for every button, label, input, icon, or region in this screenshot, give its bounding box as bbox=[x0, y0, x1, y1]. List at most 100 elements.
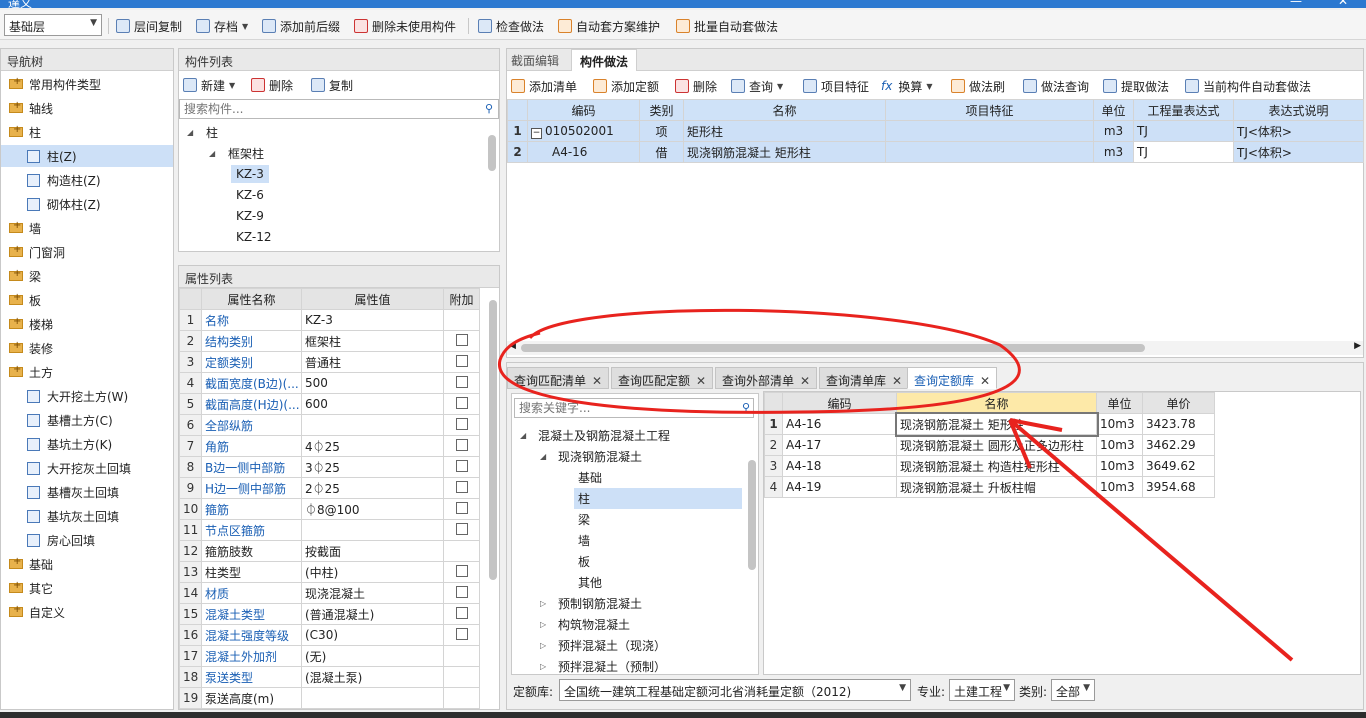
attach-checkbox[interactable] bbox=[455, 606, 468, 619]
property-row[interactable]: 7 角筋 4⏀25 bbox=[179, 435, 480, 457]
conversion-button[interactable]: fx 换算 ▼ bbox=[881, 76, 933, 96]
component-tree-item[interactable]: ◢ 框架柱 bbox=[209, 142, 269, 164]
delete-unused-button[interactable]: 删除未使用构件 bbox=[354, 16, 456, 36]
method-query-button[interactable]: 做法查询 bbox=[1023, 76, 1089, 96]
property-value[interactable]: 框架柱 bbox=[301, 330, 444, 352]
property-row[interactable]: 19 泵送高度(m) bbox=[179, 687, 480, 709]
close-icon[interactable]: ✕ bbox=[592, 374, 602, 388]
floor-select[interactable]: 基础层 ▼ bbox=[4, 14, 102, 36]
quota-search-input[interactable] bbox=[514, 398, 754, 418]
query-tab[interactable]: 查询匹配定额 ✕ bbox=[611, 367, 714, 389]
copy-component-button[interactable]: 复制 bbox=[311, 75, 353, 95]
add-list-button[interactable]: 添加清单 bbox=[511, 76, 577, 96]
nav-item[interactable]: 房心回填 bbox=[1, 529, 173, 551]
quota-tree-item[interactable]: ▷ 构筑物混凝土 bbox=[540, 613, 634, 635]
nav-item[interactable]: 墙 bbox=[1, 217, 173, 239]
component-tree-item[interactable]: KZ-9 bbox=[231, 205, 269, 227]
attach-checkbox[interactable] bbox=[455, 333, 468, 346]
quota-tree-item[interactable]: ▷ 预拌混凝土（现浇） bbox=[540, 634, 670, 656]
nav-item[interactable]: 基坑土方(K) bbox=[1, 433, 173, 455]
quota-tree-item[interactable]: 基础 bbox=[560, 466, 606, 488]
auto-scheme-button[interactable]: 自动套方案维护 bbox=[558, 16, 660, 36]
property-row[interactable]: 14 材质 现浇混凝土 bbox=[179, 582, 480, 604]
quota-tree-item[interactable]: ◢ 现浇钢筋混凝土 bbox=[540, 445, 646, 467]
property-value[interactable]: 3⏀25 bbox=[301, 456, 444, 478]
quota-row[interactable]: 2 A4-17 现浇钢筋混凝土 圆形及正多边形柱 10m3 3462.29 bbox=[764, 434, 1215, 456]
cell-feature[interactable] bbox=[885, 141, 1094, 163]
quota-tree-item[interactable]: ◢ 混凝土及钢筋混凝土工程 bbox=[520, 424, 674, 446]
nav-item[interactable]: 板 bbox=[1, 289, 173, 311]
expand-icon[interactable]: ▷ bbox=[540, 662, 554, 671]
cell-expr[interactable]: TJ bbox=[1133, 120, 1234, 142]
component-tree-item[interactable]: KZ-6 bbox=[231, 184, 269, 206]
property-row[interactable]: 11 节点区箍筋 bbox=[179, 519, 480, 541]
new-component-button[interactable]: 新建 ▼ bbox=[183, 75, 235, 95]
property-row[interactable]: 13 柱类型 (中柱) bbox=[179, 561, 480, 583]
attach-checkbox[interactable] bbox=[455, 396, 468, 409]
property-row[interactable]: 15 混凝土类型 (普通混凝土) bbox=[179, 603, 480, 625]
property-row[interactable]: 2 结构类别 框架柱 bbox=[179, 330, 480, 352]
component-tree-item[interactable]: KZ-3 bbox=[231, 163, 269, 185]
save-button[interactable]: 存档 ▼ bbox=[196, 16, 248, 36]
attach-checkbox[interactable] bbox=[455, 585, 468, 598]
nav-item[interactable]: 常用构件类型 bbox=[1, 73, 173, 95]
expand-icon[interactable]: ▷ bbox=[540, 599, 554, 608]
property-value[interactable] bbox=[301, 414, 444, 436]
property-value[interactable]: (无) bbox=[301, 645, 444, 667]
property-value[interactable]: 普通柱 bbox=[301, 351, 444, 373]
attach-checkbox[interactable] bbox=[455, 480, 468, 493]
quota-row[interactable]: 1 A4-16 现浇钢筋混凝土 矩形柱 10m3 3423.78 bbox=[764, 411, 1215, 437]
expand-icon[interactable]: ◢ bbox=[540, 452, 554, 461]
property-row[interactable]: 16 混凝土强度等级 (C30) bbox=[179, 624, 480, 646]
component-tree-item[interactable]: KZ-12 bbox=[231, 226, 276, 248]
batch-auto-button[interactable]: 批量自动套做法 bbox=[676, 16, 778, 36]
method-brush-button[interactable]: 做法刷 bbox=[951, 76, 1005, 96]
quota-tree-item[interactable]: 其他 bbox=[560, 571, 606, 593]
query-tab[interactable]: 查询清单库 ✕ bbox=[819, 367, 910, 389]
property-value[interactable] bbox=[301, 687, 444, 709]
property-value[interactable]: 600 bbox=[301, 393, 444, 415]
table-row[interactable]: 1 −010502001 项 矩形柱 m3 TJ TJ<体积> bbox=[507, 120, 1364, 142]
delete-component-button[interactable]: 删除 bbox=[251, 75, 293, 95]
attach-checkbox[interactable] bbox=[455, 438, 468, 451]
property-row[interactable]: 3 定额类别 普通柱 bbox=[179, 351, 480, 373]
quota-tree-item[interactable]: ▷ 预拌混凝土（预制） bbox=[540, 655, 670, 677]
query-button[interactable]: 查询 ▼ bbox=[731, 76, 783, 96]
scroll-left-icon[interactable]: ◀ bbox=[509, 341, 516, 351]
nav-item[interactable]: 基础 bbox=[1, 553, 173, 575]
nav-item[interactable]: 基槽土方(C) bbox=[1, 409, 173, 431]
query-tab[interactable]: 查询匹配清单 ✕ bbox=[507, 367, 610, 389]
property-row[interactable]: 18 泵送类型 (混凝土泵) bbox=[179, 666, 480, 688]
property-row[interactable]: 4 截面宽度(B边)(... 500 bbox=[179, 372, 480, 394]
expand-icon[interactable]: ◢ bbox=[187, 128, 201, 137]
cell-expr[interactable]: TJ bbox=[1133, 141, 1234, 163]
nav-item[interactable]: 自定义 bbox=[1, 601, 173, 623]
property-value[interactable]: 现浇混凝土 bbox=[301, 582, 444, 604]
quota-tree-item[interactable]: 梁 bbox=[560, 508, 594, 530]
property-value[interactable]: (普通混凝土) bbox=[301, 603, 444, 625]
property-value[interactable]: (中柱) bbox=[301, 561, 444, 583]
table-row[interactable]: 2 A4-16 借 现浇钢筋混凝土 矩形柱 m3 TJ TJ<体积> bbox=[507, 141, 1364, 163]
nav-item[interactable]: 基槽灰土回填 bbox=[1, 481, 173, 503]
search-icon[interactable]: ⚲ bbox=[742, 401, 750, 414]
attach-checkbox[interactable] bbox=[455, 522, 468, 535]
property-row[interactable]: 9 H边一侧中部筋 2⏀25 bbox=[179, 477, 480, 499]
attach-checkbox[interactable] bbox=[455, 627, 468, 640]
nav-item[interactable]: 构造柱(Z) bbox=[1, 169, 173, 191]
extract-method-button[interactable]: 提取做法 bbox=[1103, 76, 1169, 96]
close-icon[interactable]: ✕ bbox=[892, 374, 902, 388]
tab-component-method[interactable]: 构件做法 bbox=[571, 49, 638, 71]
nav-item[interactable]: 大开挖土方(W) bbox=[1, 385, 173, 407]
nav-item[interactable]: 大开挖灰土回填 bbox=[1, 457, 173, 479]
tab-section-edit[interactable]: 截面编辑 bbox=[511, 52, 559, 69]
property-value[interactable]: 500 bbox=[301, 372, 444, 394]
quota-row[interactable]: 3 A4-18 现浇钢筋混凝土 构造柱矩形柱 10m3 3649.62 bbox=[764, 455, 1215, 477]
nav-item[interactable]: 门窗洞 bbox=[1, 241, 173, 263]
query-tab[interactable]: 查询定额库 ✕ bbox=[907, 367, 998, 389]
query-tab[interactable]: 查询外部清单 ✕ bbox=[715, 367, 818, 389]
property-value[interactable]: (混凝土泵) bbox=[301, 666, 444, 688]
attach-checkbox[interactable] bbox=[455, 354, 468, 367]
major-select[interactable]: 土建工程 ▼ bbox=[949, 679, 1015, 701]
attach-checkbox[interactable] bbox=[455, 417, 468, 430]
component-search-input[interactable] bbox=[179, 99, 499, 119]
